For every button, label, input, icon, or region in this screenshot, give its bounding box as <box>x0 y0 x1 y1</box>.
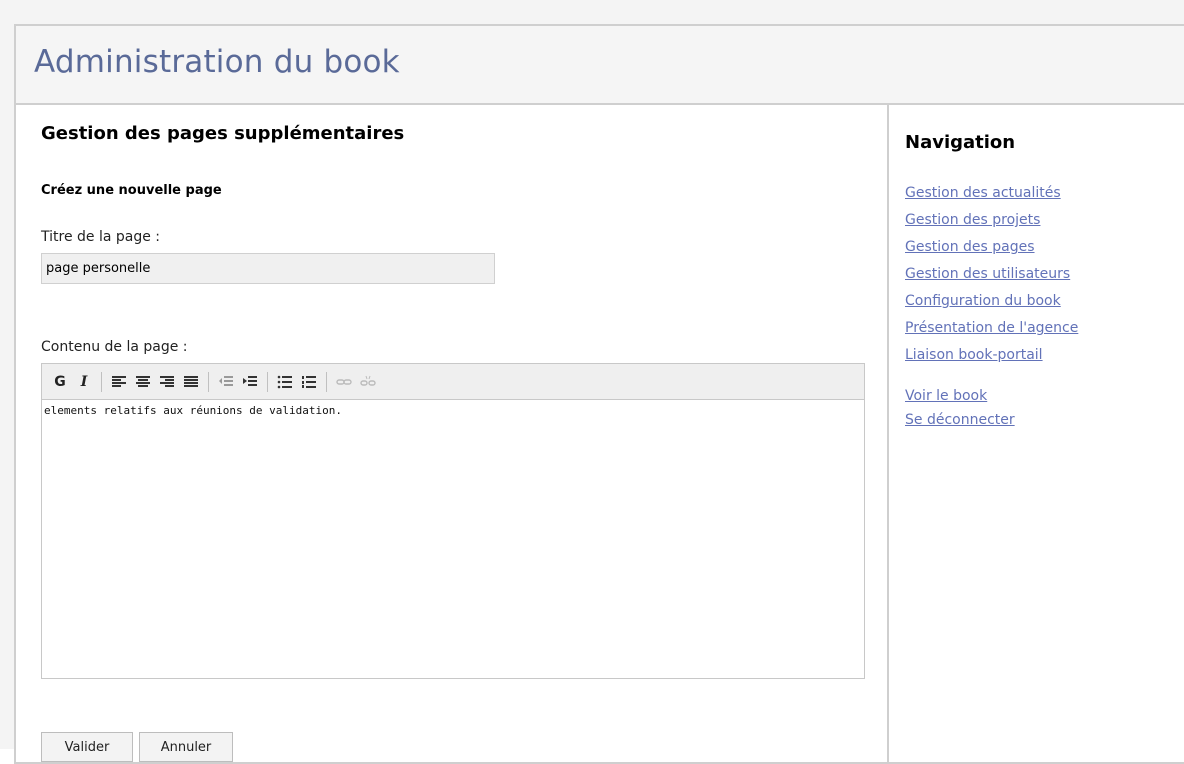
nav-link-projets[interactable]: Gestion des projets <box>905 212 1040 228</box>
editor-content-area[interactable]: elements relatifs aux réunions de valida… <box>42 400 864 678</box>
page-title: Administration du book <box>34 44 400 80</box>
page-title-input[interactable] <box>41 253 495 284</box>
nav-link-liaison[interactable]: Liaison book-portail <box>905 347 1043 363</box>
cancel-button[interactable]: Annuler <box>139 732 233 762</box>
subsection-title: Créez une nouvelle page <box>41 183 222 198</box>
section-title: Gestion des pages supplémentaires <box>41 123 405 144</box>
align-center-icon[interactable] <box>131 370 155 394</box>
admin-nav-list: Gestion des actualités Gestion des proje… <box>905 182 1078 371</box>
page-background: Administration du book Gestion des pages… <box>0 0 1184 764</box>
navigation-sidebar: Navigation Gestion des actualités Gestio… <box>889 103 1184 762</box>
main-content: Gestion des pages supplémentaires Créez … <box>16 103 889 762</box>
align-justify-icon[interactable] <box>179 370 203 394</box>
nav-link-configuration[interactable]: Configuration du book <box>905 293 1061 309</box>
nav-link-actualites[interactable]: Gestion des actualités <box>905 185 1061 201</box>
toolbar-separator <box>208 371 209 392</box>
validate-button[interactable]: Valider <box>41 732 133 762</box>
nav-link-pages[interactable]: Gestion des pages <box>905 239 1035 255</box>
unlink-icon[interactable] <box>356 370 380 394</box>
title-field-label: Titre de la page : <box>41 229 161 245</box>
page-header: Administration du book <box>16 26 1184 105</box>
admin-container: Administration du book Gestion des pages… <box>14 24 1184 764</box>
align-right-icon[interactable] <box>155 370 179 394</box>
editor-toolbar: G I <box>42 364 864 400</box>
nav-link-presentation[interactable]: Présentation de l'agence <box>905 320 1078 336</box>
bold-button[interactable]: G <box>48 370 72 394</box>
toolbar-separator <box>326 371 327 392</box>
toolbar-separator <box>267 371 268 392</box>
indent-icon[interactable] <box>238 370 262 394</box>
nav-link-voir-book[interactable]: Voir le book <box>905 388 987 404</box>
bullet-list-icon[interactable] <box>273 370 297 394</box>
rich-text-editor: G I elements relatifs aux réunions de va… <box>41 363 865 679</box>
content-field-label: Contenu de la page : <box>41 339 188 355</box>
nav-link-utilisateurs[interactable]: Gestion des utilisateurs <box>905 266 1070 282</box>
outdent-icon[interactable] <box>214 370 238 394</box>
align-left-icon[interactable] <box>107 370 131 394</box>
numbered-list-icon[interactable] <box>297 370 321 394</box>
navigation-title: Navigation <box>905 132 1016 153</box>
account-nav-list: Voir le book Se déconnecter <box>905 385 1015 433</box>
nav-link-deconnexion[interactable]: Se déconnecter <box>905 412 1015 428</box>
link-icon[interactable] <box>332 370 356 394</box>
toolbar-separator <box>101 371 102 392</box>
italic-button[interactable]: I <box>72 370 96 394</box>
